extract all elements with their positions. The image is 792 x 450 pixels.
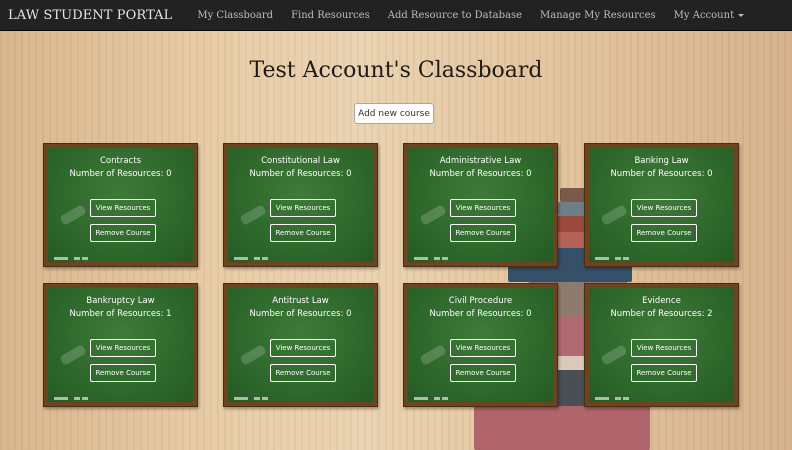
nav-my-account-label: My Account xyxy=(673,9,735,21)
course-card-bankruptcy-law: Bankruptcy Law Number of Resources: 1 Vi… xyxy=(43,283,198,407)
view-resources-button[interactable]: View Resources xyxy=(270,339,336,357)
book-decoration xyxy=(474,406,650,450)
remove-course-button[interactable]: Remove Course xyxy=(631,364,697,382)
resource-count: Number of Resources: 0 xyxy=(249,309,352,319)
course-card-contracts: Contracts Number of Resources: 0 View Re… xyxy=(43,143,198,267)
resource-count: Number of Resources: 0 xyxy=(429,169,532,179)
chalk-smudge-decoration xyxy=(600,204,628,226)
remove-course-button[interactable]: Remove Course xyxy=(90,224,156,242)
chalk-pieces-decoration xyxy=(54,257,94,260)
nav-my-account-dropdown[interactable]: My Account xyxy=(665,10,753,21)
chalkboard-surface: Civil Procedure Number of Resources: 0 V… xyxy=(408,288,553,402)
brand-link[interactable]: LAW STUDENT PORTAL xyxy=(0,8,188,23)
chalk-pieces-decoration xyxy=(595,257,635,260)
chalk-pieces-decoration xyxy=(234,257,274,260)
chalk-pieces-decoration xyxy=(414,397,454,400)
course-name: Evidence xyxy=(642,296,681,306)
chalkboard-surface: Contracts Number of Resources: 0 View Re… xyxy=(48,148,193,262)
chalkboard-surface: Banking Law Number of Resources: 0 View … xyxy=(589,148,734,262)
course-card-antitrust-law: Antitrust Law Number of Resources: 0 Vie… xyxy=(223,283,378,407)
chalkboard-surface: Bankruptcy Law Number of Resources: 1 Vi… xyxy=(48,288,193,402)
caret-down-icon xyxy=(738,13,745,17)
view-resources-button[interactable]: View Resources xyxy=(631,339,697,357)
add-new-course-button[interactable]: Add new course xyxy=(354,103,434,124)
view-resources-button[interactable]: View Resources xyxy=(90,339,156,357)
view-resources-button[interactable]: View Resources xyxy=(90,199,156,217)
resource-count: Number of Resources: 2 xyxy=(610,309,713,319)
chalk-smudge-decoration xyxy=(239,204,267,226)
remove-course-button[interactable]: Remove Course xyxy=(270,364,336,382)
course-name: Contracts xyxy=(100,156,141,166)
remove-course-button[interactable]: Remove Course xyxy=(450,364,516,382)
resource-count: Number of Resources: 0 xyxy=(69,169,172,179)
chalk-pieces-decoration xyxy=(54,397,94,400)
course-card-administrative-law: Administrative Law Number of Resources: … xyxy=(403,143,558,267)
chalk-smudge-decoration xyxy=(59,344,87,366)
chalk-smudge-decoration xyxy=(419,204,447,226)
course-name: Constitutional Law xyxy=(261,156,340,166)
nav-my-classboard[interactable]: My Classboard xyxy=(188,10,282,21)
resource-count: Number of Resources: 0 xyxy=(610,169,713,179)
view-resources-button[interactable]: View Resources xyxy=(270,199,336,217)
course-name: Civil Procedure xyxy=(448,296,513,306)
chalk-pieces-decoration xyxy=(234,397,274,400)
view-resources-button[interactable]: View Resources xyxy=(450,199,516,217)
chalk-smudge-decoration xyxy=(419,344,447,366)
resource-count: Number of Resources: 0 xyxy=(249,169,352,179)
view-resources-button[interactable]: View Resources xyxy=(450,339,516,357)
chalk-pieces-decoration xyxy=(414,257,454,260)
nav-manage-resources[interactable]: Manage My Resources xyxy=(531,10,665,21)
chalkboard-surface: Evidence Number of Resources: 2 View Res… xyxy=(589,288,734,402)
page-title: Test Account's Classboard xyxy=(249,58,543,83)
chalk-smudge-decoration xyxy=(600,344,628,366)
course-name: Administrative Law xyxy=(439,156,522,166)
chalk-pieces-decoration xyxy=(595,397,635,400)
view-resources-button[interactable]: View Resources xyxy=(631,199,697,217)
chalk-smudge-decoration xyxy=(239,344,267,366)
course-name: Bankruptcy Law xyxy=(86,296,155,306)
resource-count: Number of Resources: 0 xyxy=(429,309,532,319)
remove-course-button[interactable]: Remove Course xyxy=(631,224,697,242)
nav-find-resources[interactable]: Find Resources xyxy=(282,10,379,21)
chalkboard-surface: Administrative Law Number of Resources: … xyxy=(408,148,553,262)
chalkboard-surface: Constitutional Law Number of Resources: … xyxy=(228,148,373,262)
chalk-smudge-decoration xyxy=(59,204,87,226)
remove-course-button[interactable]: Remove Course xyxy=(270,224,336,242)
course-card-banking-law: Banking Law Number of Resources: 0 View … xyxy=(584,143,739,267)
course-card-evidence: Evidence Number of Resources: 2 View Res… xyxy=(584,283,739,407)
course-card-constitutional-law: Constitutional Law Number of Resources: … xyxy=(223,143,378,267)
top-navbar: LAW STUDENT PORTAL My Classboard Find Re… xyxy=(0,0,792,31)
nav-add-resource[interactable]: Add Resource to Database xyxy=(379,10,531,21)
course-card-civil-procedure: Civil Procedure Number of Resources: 0 V… xyxy=(403,283,558,407)
course-name: Banking Law xyxy=(634,156,689,166)
chalkboard-surface: Antitrust Law Number of Resources: 0 Vie… xyxy=(228,288,373,402)
resource-count: Number of Resources: 1 xyxy=(69,309,172,319)
remove-course-button[interactable]: Remove Course xyxy=(90,364,156,382)
course-name: Antitrust Law xyxy=(272,296,329,306)
remove-course-button[interactable]: Remove Course xyxy=(450,224,516,242)
